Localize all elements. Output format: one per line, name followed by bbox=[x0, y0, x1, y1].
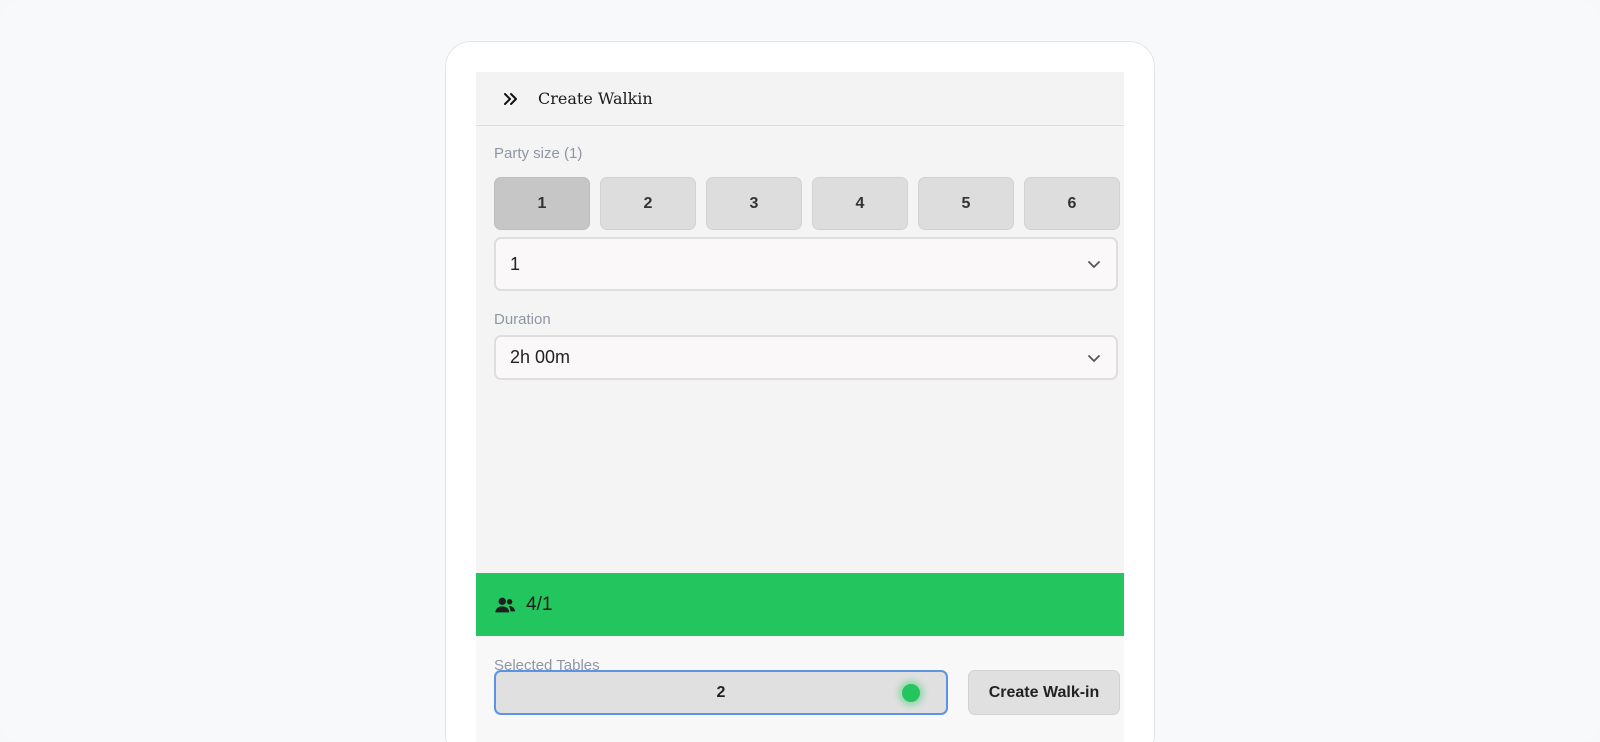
party-size-button-6[interactable]: 6 bbox=[1024, 177, 1120, 230]
party-size-buttons: 1 2 3 4 5 6 bbox=[494, 177, 1120, 230]
duration-label: Duration bbox=[494, 311, 551, 328]
chevron-down-icon bbox=[1086, 256, 1102, 272]
selected-tables-label: Selected Tables bbox=[494, 657, 600, 674]
selected-tables-section bbox=[476, 636, 1124, 742]
capacity-count: 4/1 bbox=[526, 593, 553, 615]
chevron-down-icon bbox=[1086, 350, 1102, 366]
party-size-button-3[interactable]: 3 bbox=[706, 177, 802, 230]
users-icon bbox=[494, 594, 516, 616]
party-size-select-value: 1 bbox=[510, 253, 521, 274]
party-size-button-5[interactable]: 5 bbox=[918, 177, 1014, 230]
party-size-button-4[interactable]: 4 bbox=[812, 177, 908, 230]
party-size-button-1[interactable]: 1 bbox=[494, 177, 590, 230]
party-size-label: Party size (1) bbox=[494, 145, 583, 162]
panel-header: Create Walkin bbox=[476, 72, 1124, 126]
capacity-bar: 4/1 bbox=[476, 573, 1124, 636]
create-walkin-panel: Create Walkin Party size (1) 1 2 3 4 5 6… bbox=[476, 72, 1124, 742]
party-size-select[interactable]: 1 bbox=[494, 237, 1118, 291]
party-size-button-2[interactable]: 2 bbox=[600, 177, 696, 230]
duration-select-value: 2h 00m bbox=[510, 347, 571, 367]
duration-select[interactable]: 2h 00m bbox=[494, 335, 1118, 380]
double-chevron-right-icon[interactable] bbox=[502, 89, 522, 109]
panel-title: Create Walkin bbox=[538, 89, 653, 108]
